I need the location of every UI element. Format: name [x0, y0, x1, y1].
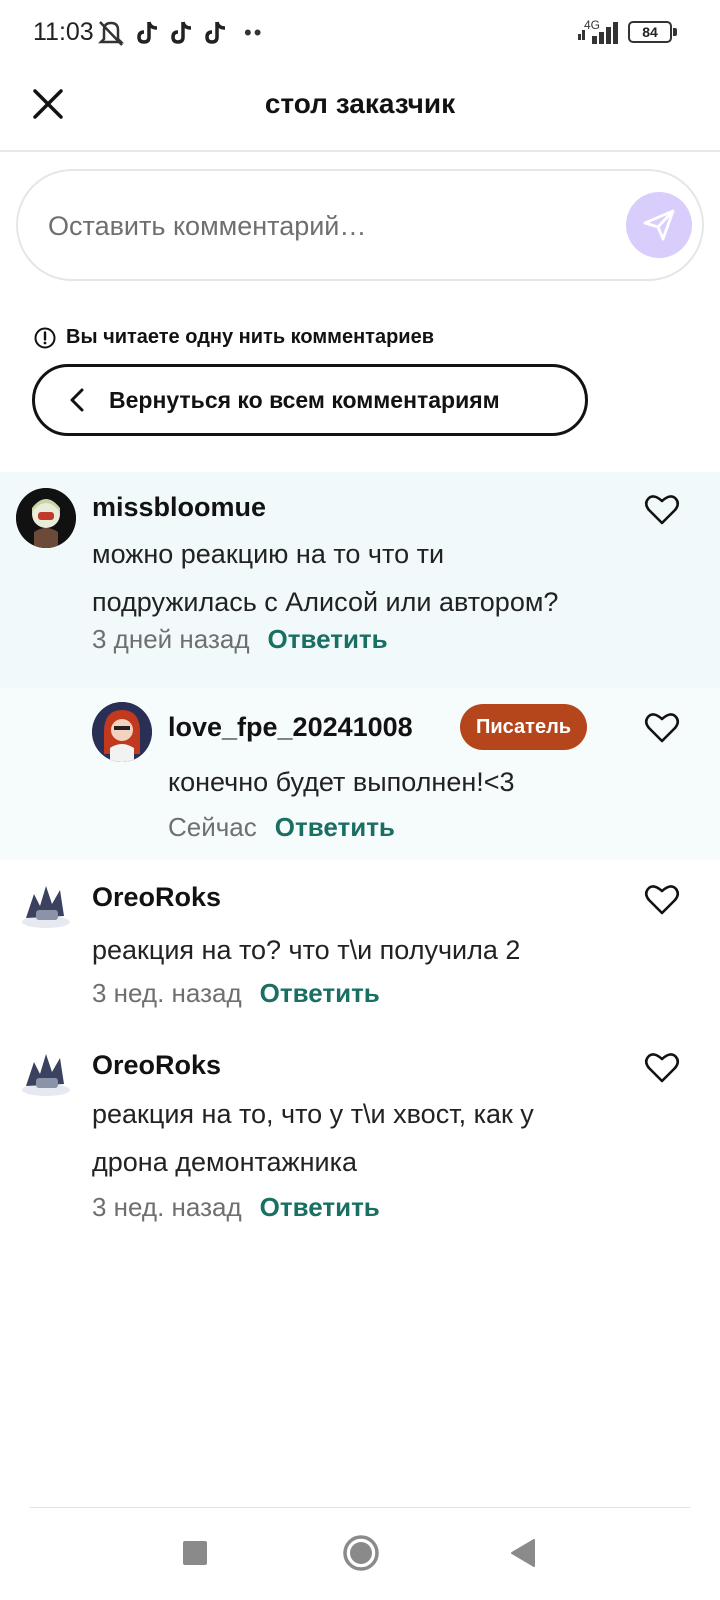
comment-username[interactable]: OreoRoks	[92, 882, 221, 913]
avatar[interactable]	[92, 702, 152, 762]
writer-badge: Писатель	[460, 704, 588, 750]
status-bar: 11:03 •• 4G 84	[0, 0, 720, 68]
like-button[interactable]	[644, 1050, 684, 1090]
notification-icons: ••	[96, 19, 263, 47]
comment-time: 3 нед. назад	[92, 978, 242, 1008]
user-avatar-icon	[16, 488, 76, 548]
reply-button[interactable]: Ответить	[268, 624, 388, 655]
comment-text: конечно будет выполнен!<3	[168, 758, 515, 806]
comment-meta: 3 дней назад Ответить	[92, 624, 388, 655]
comment-time: 3 дней назад	[92, 624, 250, 654]
thread-notice: Вы читаете одну нить комментариев	[34, 326, 434, 349]
thread-notice-text: Вы читаете одну нить комментариев	[66, 326, 435, 348]
comment-meta: 3 нед. назад Ответить	[92, 1192, 380, 1223]
comment-meta: Сейчас Ответить	[168, 812, 395, 843]
home-button[interactable]	[342, 1534, 380, 1577]
chevron-left-icon	[70, 388, 84, 412]
heart-icon	[644, 713, 680, 743]
comment-item: OreoRoks реакция на то, что у т\и хвост,…	[0, 1028, 720, 1244]
comment-username[interactable]: love_fpe_20241008	[168, 712, 413, 743]
heart-icon	[644, 1053, 680, 1083]
send-icon	[643, 209, 675, 241]
tiktok-icon	[171, 21, 192, 44]
comment-input[interactable]	[48, 201, 588, 251]
tiktok-icon	[205, 21, 226, 44]
recent-apps-button[interactable]	[182, 1540, 208, 1571]
comment-time: 3 нед. назад	[92, 1192, 242, 1222]
comment-text-line: реакция на то? что т\и получила 2	[92, 935, 521, 965]
tiktok-icon	[137, 21, 158, 44]
user-avatar-icon	[22, 1054, 70, 1096]
reply-button[interactable]: Ответить	[260, 978, 380, 1009]
comment-text: можно реакцию на то что ти подружилась с…	[92, 530, 558, 626]
heart-icon	[644, 885, 680, 915]
comment-text: реакция на то? что т\и получила 2	[92, 926, 520, 974]
comment-username[interactable]: OreoRoks	[92, 1050, 221, 1081]
comment-text-line: конечно будет выполнен!<3	[168, 767, 515, 797]
comment-item: missbloomue можно реакцию на то что ти п…	[0, 472, 720, 688]
like-button[interactable]	[644, 492, 684, 532]
info-icon	[34, 327, 56, 348]
avatar[interactable]	[16, 876, 76, 936]
user-avatar-icon	[22, 886, 70, 928]
like-button[interactable]	[644, 882, 684, 922]
circle-home-icon	[343, 1535, 379, 1571]
heart-icon	[644, 495, 680, 525]
more-notifications-icon: ••	[244, 20, 264, 45]
avatar[interactable]	[16, 488, 76, 548]
comment-text-line: дрона демонтажника	[92, 1147, 358, 1177]
mute-icon	[97, 21, 125, 46]
avatar[interactable]	[16, 1044, 76, 1104]
comment-item: OreoRoks реакция на то? что т\и получила…	[0, 860, 720, 1028]
signal-icon	[578, 22, 618, 44]
comment-text: реакция на то, что у т\и хвост, как у др…	[92, 1090, 534, 1186]
send-button[interactable]	[626, 192, 692, 258]
reply-button[interactable]: Ответить	[275, 812, 395, 843]
comment-text-line: реакция на то, что у т\и хвост, как у	[92, 1099, 534, 1129]
comment-time: Сейчас	[168, 812, 257, 842]
battery-level: 84	[642, 24, 658, 40]
back-to-all-comments-label: Вернуться ко всем комментариям	[109, 386, 500, 413]
header: стол заказчик	[0, 68, 720, 152]
nav-divider	[30, 1507, 690, 1508]
status-time: 11:03	[33, 18, 94, 46]
comment-meta: 3 нед. назад Ответить	[92, 978, 380, 1009]
comment-text-line: можно реакцию на то что ти	[92, 539, 445, 569]
back-to-all-comments-button[interactable]: Вернуться ко всем комментариям	[32, 364, 588, 436]
comment-username[interactable]: missbloomue	[92, 492, 266, 523]
reply-item: love_fpe_20241008 Писатель конечно будет…	[0, 688, 720, 860]
battery-icon: 84	[628, 21, 677, 43]
like-button[interactable]	[644, 710, 684, 750]
user-avatar-icon	[92, 702, 152, 762]
comment-text-line: подружилась с Алисой или автором?	[92, 587, 559, 617]
page-title: стол заказчик	[264, 88, 456, 119]
back-button[interactable]	[510, 1538, 536, 1573]
reply-button[interactable]: Ответить	[260, 1192, 380, 1223]
back-triangle-icon	[511, 1539, 535, 1567]
system-nav-bar	[0, 1510, 720, 1600]
comment-box	[16, 169, 704, 281]
square-icon	[183, 1541, 207, 1565]
